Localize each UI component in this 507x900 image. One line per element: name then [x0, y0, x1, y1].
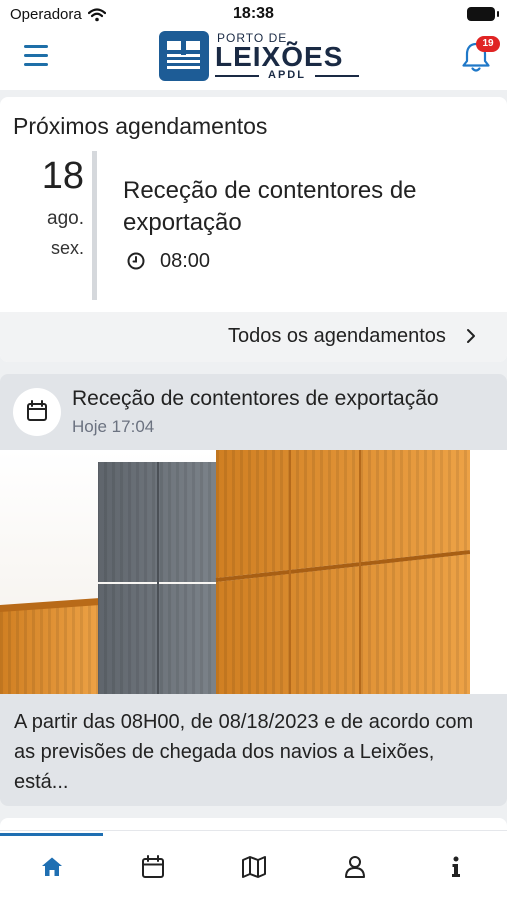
news-date: Hoje 17:04	[72, 417, 155, 436]
porto-de-leixoes-logo: PORTO DE LEIXÕES APDL	[159, 30, 361, 82]
shipping-containers-image	[0, 450, 507, 694]
notification-badge: 19	[476, 36, 500, 52]
news-excerpt: A partir das 08H00, de 08/18/2023 e de a…	[14, 711, 474, 793]
battery-icon	[467, 7, 499, 21]
calendar-icon[interactable]	[139, 853, 167, 881]
all-schedules-link[interactable]: Todos os agendamentos	[0, 312, 507, 362]
active-tab-indicator	[0, 833, 103, 836]
news-title: Receção de contentores de exportação	[72, 387, 439, 410]
clock-icon	[126, 251, 146, 271]
home-icon[interactable]	[38, 853, 66, 881]
map-icon[interactable]	[240, 853, 268, 881]
event-date-month: ago.	[47, 208, 84, 229]
status-bar: Operadora 18:38	[0, 0, 507, 30]
logo-mark-icon	[159, 31, 209, 81]
event-title[interactable]: Receção de contentores de exportação	[123, 175, 463, 239]
section-title: Próximos agendamentos	[13, 113, 268, 139]
chevron-right-icon	[467, 329, 475, 343]
calendar-icon	[13, 388, 61, 436]
date-divider	[92, 151, 97, 300]
menu-icon[interactable]	[24, 44, 50, 68]
info-icon[interactable]	[442, 853, 470, 881]
clock: 18:38	[233, 5, 274, 22]
upcoming-schedules-card: Próximos agendamentos 18 ago. sex. Receç…	[0, 97, 507, 362]
logo-subtitle: APDL	[215, 69, 359, 81]
event-date-weekday: sex.	[50, 238, 84, 258]
news-card[interactable]: Receção de contentores de exportação Hoj…	[0, 374, 507, 806]
all-schedules-label: Todos os agendamentos	[228, 325, 446, 347]
profile-icon[interactable]	[341, 853, 369, 881]
event-date-day: 18	[41, 155, 84, 197]
event-time: 08:00	[160, 250, 211, 272]
app-header: PORTO DE LEIXÕES APDL 19	[0, 30, 507, 90]
bottom-tab-bar	[0, 830, 507, 900]
